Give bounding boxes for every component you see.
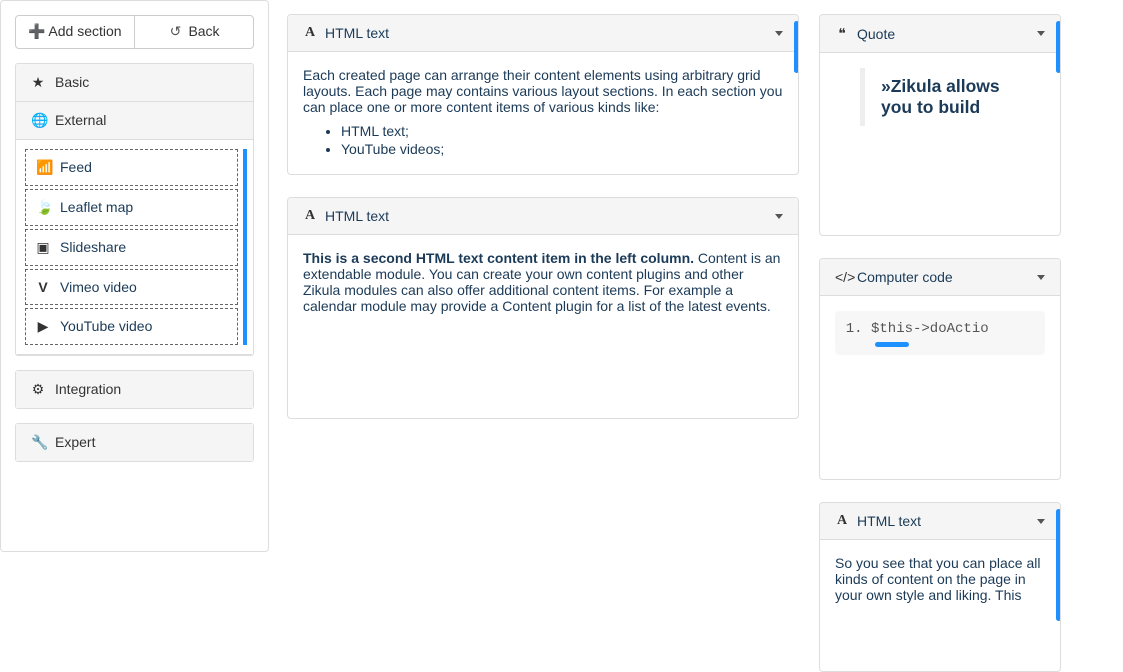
font-icon: A: [835, 513, 849, 529]
leaf-icon: 🍃: [36, 199, 50, 216]
content-block-header[interactable]: A HTML text: [288, 15, 798, 52]
palette-item-slideshare[interactable]: ▣ Slideshare: [25, 229, 238, 266]
content-block-title: Quote: [857, 26, 1029, 42]
caret-down-icon[interactable]: [775, 214, 783, 219]
scroll-rail[interactable]: [1056, 509, 1061, 621]
content-block-title: HTML text: [325, 25, 767, 41]
group-external-label: External: [55, 112, 106, 128]
content-block-body: So you see that you can place all kinds …: [820, 540, 1060, 618]
content-block-quote[interactable]: ❝ Quote »Zikula allows you to build: [819, 14, 1061, 236]
palette-item-label: Leaflet map: [60, 199, 133, 215]
quote-text: »Zikula allows you to build: [860, 68, 1045, 126]
list-item: YouTube videos;: [341, 141, 783, 157]
accordion-body-external: 📶 Feed 🍃 Leaflet map ▣ Slideshare V Vime…: [16, 140, 253, 355]
canvas-column-right: ❝ Quote »Zikula allows you to build </> …: [819, 14, 1061, 672]
list-item: HTML text;: [341, 123, 783, 139]
scroll-rail[interactable]: [794, 21, 799, 73]
star-icon: ★: [31, 74, 45, 91]
content-block-html-3[interactable]: A HTML text So you see that you can plac…: [819, 502, 1061, 672]
youtube-icon: ▶: [36, 318, 50, 335]
palette-item-leaflet-map[interactable]: 🍃 Leaflet map: [25, 189, 238, 226]
scroll-rail[interactable]: [1056, 21, 1061, 73]
palette-item-label: Vimeo video: [60, 279, 137, 295]
content-block-title: Computer code: [857, 269, 1029, 285]
group-integration-label: Integration: [55, 381, 121, 397]
caret-down-icon[interactable]: [1037, 519, 1045, 524]
accordion-group-integration-wrap: ⚙ Integration: [15, 370, 254, 409]
content-block-code[interactable]: </> Computer code $this->doActio: [819, 258, 1061, 480]
sidebar: ➕ Add section ↺ Back ★ Basic 🌐 External …: [0, 0, 269, 552]
palette-item-label: Feed: [60, 159, 92, 175]
palette-item-feed[interactable]: 📶 Feed: [25, 149, 238, 186]
content-block-html-1[interactable]: A HTML text Each created page can arrang…: [287, 14, 799, 175]
palette-item-vimeo-video[interactable]: V Vimeo video: [25, 269, 238, 305]
palette-item-label: Slideshare: [60, 239, 126, 255]
scroll-thumb[interactable]: [875, 342, 909, 347]
group-basic-label: Basic: [55, 74, 89, 90]
font-icon: A: [303, 208, 317, 224]
add-section-button[interactable]: ➕ Add section: [15, 15, 135, 49]
content-type-accordion: ★ Basic 🌐 External 📶 Feed 🍃 Leaflet map: [15, 63, 254, 356]
caret-down-icon[interactable]: [1037, 31, 1045, 36]
cogs-icon: ⚙: [31, 381, 45, 398]
palette-item-label: YouTube video: [60, 318, 152, 334]
quote-icon: ❝: [835, 25, 849, 42]
back-button[interactable]: ↺ Back: [134, 15, 254, 49]
plus-circle-icon: ➕: [28, 22, 42, 42]
group-expert-label: Expert: [55, 434, 95, 450]
content-block-header[interactable]: A HTML text: [820, 503, 1060, 540]
content-block-html-2[interactable]: A HTML text This is a second HTML text c…: [287, 197, 799, 419]
sidebar-top-buttons: ➕ Add section ↺ Back: [15, 15, 254, 49]
code-block: $this->doActio: [835, 311, 1045, 355]
accordion-group-basic[interactable]: ★ Basic: [16, 64, 253, 102]
rss-icon: 📶: [36, 159, 50, 176]
html3-paragraph: So you see that you can place all kinds …: [835, 555, 1040, 603]
content-block-header[interactable]: ❝ Quote: [820, 15, 1060, 53]
html1-paragraph: Each created page can arrange their cont…: [303, 67, 782, 115]
wrench-icon: 🔧: [31, 434, 45, 451]
caret-down-icon[interactable]: [1037, 275, 1045, 280]
content-block-body: »Zikula allows you to build: [820, 53, 1060, 211]
content-block-title: HTML text: [857, 513, 1029, 529]
undo-icon: ↺: [168, 22, 182, 42]
font-icon: A: [303, 25, 317, 41]
canvas-column-left: A HTML text Each created page can arrang…: [287, 14, 799, 672]
quote-text-inner: »Zikula allows you to build: [881, 76, 1000, 117]
accordion-group-integration[interactable]: ⚙ Integration: [16, 371, 253, 408]
palette-item-youtube-video[interactable]: ▶ YouTube video: [25, 308, 238, 345]
globe-icon: 🌐: [31, 112, 45, 129]
content-canvas: A HTML text Each created page can arrang…: [287, 0, 1123, 672]
accordion-group-external[interactable]: 🌐 External: [16, 102, 253, 140]
accordion-group-expert-wrap: 🔧 Expert: [15, 423, 254, 462]
content-block-body: Each created page can arrange their cont…: [288, 52, 798, 174]
external-item-list: 📶 Feed 🍃 Leaflet map ▣ Slideshare V Vime…: [22, 149, 247, 345]
html2-lead: This is a second HTML text content item …: [303, 250, 694, 266]
content-block-header[interactable]: </> Computer code: [820, 259, 1060, 296]
add-section-label: Add section: [48, 22, 121, 42]
content-block-header[interactable]: A HTML text: [288, 198, 798, 235]
code-line: $this->doActio: [871, 321, 1039, 337]
content-block-title: HTML text: [325, 208, 767, 224]
code-lines: $this->doActio: [841, 321, 1039, 337]
slideshare-icon: ▣: [36, 239, 50, 256]
content-block-body: This is a second HTML text content item …: [288, 235, 798, 329]
caret-down-icon[interactable]: [775, 31, 783, 36]
code-icon: </>: [835, 269, 849, 285]
vimeo-icon: V: [36, 279, 50, 295]
content-block-body: $this->doActio: [820, 296, 1060, 370]
back-label: Back: [188, 22, 219, 42]
html1-bullet-list: HTML text; YouTube videos;: [303, 123, 783, 157]
accordion-group-expert[interactable]: 🔧 Expert: [16, 424, 253, 461]
